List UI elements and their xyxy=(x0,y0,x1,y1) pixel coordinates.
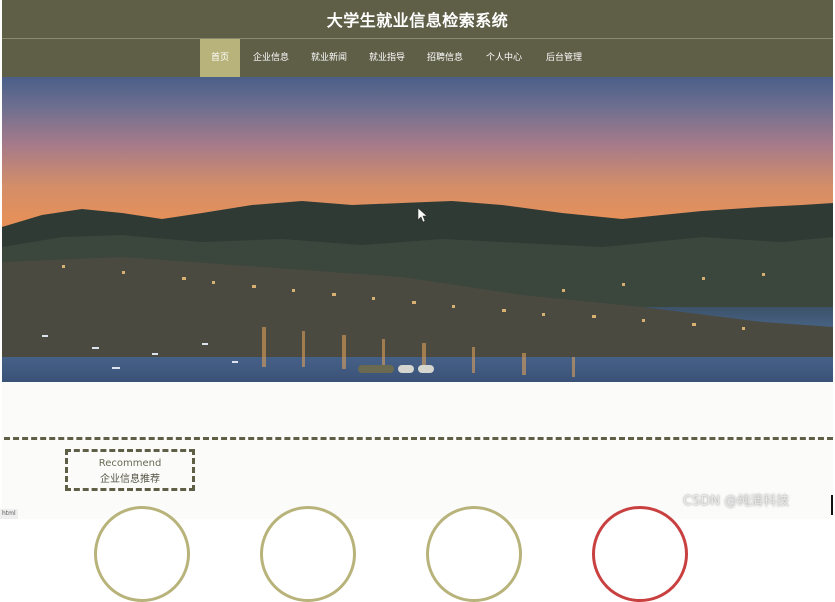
carousel-dot-3[interactable] xyxy=(418,365,434,373)
section-title-en: Recommend xyxy=(98,458,162,469)
page-frame: 大学生就业信息检索系统 首页 企业信息 就业新闻 就业指导 招聘信息 个人中心 … xyxy=(2,0,833,602)
section-divider xyxy=(4,437,833,440)
carousel-dot-1[interactable] xyxy=(358,365,394,373)
section-title-cn: 企业信息推荐 xyxy=(100,474,160,485)
nav-item-employment-news[interactable]: 就业新闻 xyxy=(305,39,353,77)
nav-item-company-info[interactable]: 企业信息 xyxy=(247,39,295,77)
site-title: 大学生就业信息检索系统 xyxy=(326,11,509,30)
site-header: 大学生就业信息检索系统 xyxy=(2,0,833,39)
status-bar-url: html xyxy=(0,509,18,519)
nav-item-admin[interactable]: 后台管理 xyxy=(539,39,589,77)
nav-item-recruitment-info[interactable]: 招聘信息 xyxy=(421,39,469,77)
watermark: CSDN @纯清科技 xyxy=(683,494,790,509)
nav-item-home[interactable]: 首页 xyxy=(200,39,240,77)
carousel-dot-2[interactable] xyxy=(398,365,414,373)
hero-carousel[interactable] xyxy=(2,77,833,382)
main-nav: 首页 企业信息 就业新闻 就业指导 招聘信息 个人中心 后台管理 xyxy=(2,39,833,77)
nav-item-employment-guidance[interactable]: 就业指导 xyxy=(363,39,411,77)
carousel-slide-image xyxy=(2,201,833,377)
nav-item-personal-center[interactable]: 个人中心 xyxy=(480,39,528,77)
company-card-image-3[interactable] xyxy=(426,506,522,602)
company-card-image-4[interactable] xyxy=(592,506,688,602)
company-card-image-2[interactable] xyxy=(260,506,356,602)
text-cursor-icon xyxy=(831,495,833,515)
section-heading-company-recommend: Recommend 企业信息推荐 xyxy=(65,449,195,491)
company-card-image-1[interactable] xyxy=(94,506,190,602)
